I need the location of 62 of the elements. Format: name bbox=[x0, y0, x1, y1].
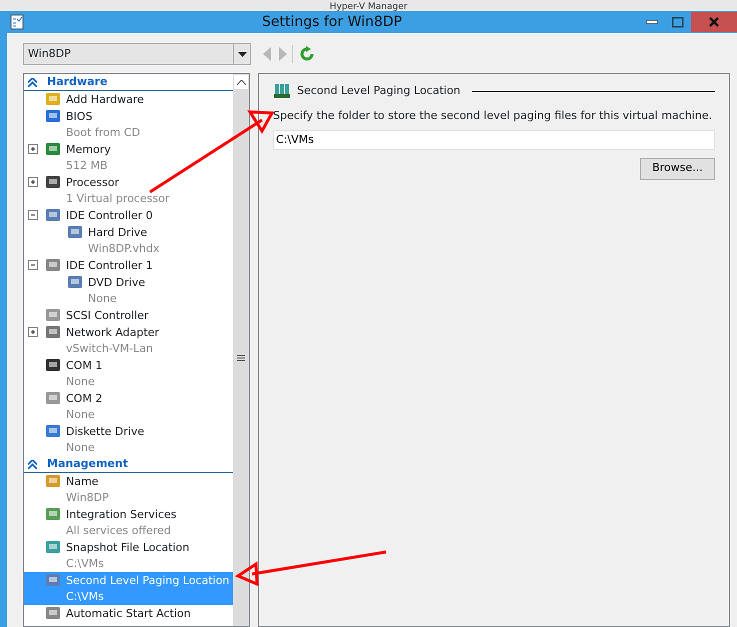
memory-icon bbox=[273, 83, 291, 99]
device-icon bbox=[44, 257, 62, 273]
tree-item[interactable]: Add Hardware bbox=[24, 91, 233, 108]
tree-item[interactable]: IDE Controller 0 bbox=[24, 207, 233, 224]
vm-dropdown[interactable]: Win8DP bbox=[23, 43, 251, 65]
device-icon bbox=[66, 274, 84, 290]
tree-item[interactable]: COM 2 None bbox=[24, 390, 233, 423]
close-button[interactable] bbox=[691, 12, 737, 32]
tree-item[interactable]: Diskette Drive None bbox=[24, 423, 233, 456]
caret-icon bbox=[238, 52, 246, 56]
device-icon bbox=[44, 357, 62, 373]
expand-icon[interactable] bbox=[28, 177, 39, 188]
tree-item[interactable]: Automatic Start Action bbox=[24, 605, 233, 622]
device-icon bbox=[44, 174, 62, 190]
tree-item[interactable]: COM 1 None bbox=[24, 357, 233, 390]
device-icon bbox=[44, 108, 62, 124]
tree-item[interactable]: Name Win8DP bbox=[24, 473, 233, 506]
collapse-icon[interactable] bbox=[28, 260, 39, 271]
tree-item[interactable]: Network Adapter vSwitch-VM-Lan bbox=[24, 324, 233, 357]
tree-item[interactable]: BIOS Boot from CD bbox=[24, 108, 233, 141]
tree-item[interactable]: Integration Services All services offered bbox=[24, 506, 233, 539]
section-header[interactable]: Management bbox=[24, 456, 233, 473]
tree-item[interactable]: Hard Drive Win8DP.vhdx bbox=[24, 224, 233, 257]
collapse-section-icon[interactable] bbox=[28, 460, 37, 468]
device-icon bbox=[44, 307, 62, 323]
device-icon bbox=[66, 224, 84, 240]
maximize-icon[interactable] bbox=[672, 16, 684, 28]
window-title: Settings for Win8DP bbox=[261, 12, 403, 32]
device-icon bbox=[44, 572, 62, 588]
minimize-icon[interactable] bbox=[646, 20, 658, 24]
expand-icon[interactable] bbox=[28, 327, 39, 338]
close-icon[interactable] bbox=[709, 17, 719, 27]
background-window-title: Hyper-V Manager bbox=[330, 2, 408, 11]
collapse-section-icon[interactable] bbox=[28, 78, 37, 86]
tree-item[interactable]: Processor 1 Virtual processor bbox=[24, 174, 233, 207]
collapse-icon[interactable] bbox=[28, 210, 39, 221]
device-icon bbox=[44, 605, 62, 621]
description-text: Specify the folder to store the second level paging files for this virtual machine. bbox=[273, 108, 714, 124]
device-icon bbox=[44, 141, 62, 157]
scroll-grip-icon[interactable] bbox=[237, 355, 245, 361]
device-icon bbox=[44, 423, 62, 439]
panel-title: Second Level Paging Location bbox=[297, 82, 460, 99]
tree-item[interactable]: IDE Controller 1 bbox=[24, 257, 233, 274]
tree-item[interactable]: Snapshot File Location C:\VMs bbox=[24, 539, 233, 572]
tree-item[interactable]: SCSI Controller bbox=[24, 307, 233, 324]
device-icon bbox=[44, 91, 62, 107]
device-icon bbox=[44, 539, 62, 555]
path-field[interactable]: C:\VMs bbox=[273, 130, 715, 150]
settings-window-icon bbox=[9, 14, 25, 30]
device-icon bbox=[44, 207, 62, 223]
scrollbar[interactable] bbox=[233, 74, 249, 626]
device-icon bbox=[44, 390, 62, 406]
device-icon bbox=[44, 324, 62, 340]
device-icon bbox=[44, 473, 62, 489]
refresh-button[interactable] bbox=[298, 46, 314, 62]
section-header[interactable]: Hardware bbox=[24, 74, 233, 91]
device-icon bbox=[44, 506, 62, 522]
scroll-up-icon[interactable] bbox=[236, 80, 246, 84]
tree-item[interactable]: DVD Drive None bbox=[24, 274, 233, 307]
browse-button[interactable]: Browse... bbox=[640, 158, 715, 180]
tree-item[interactable]: Memory 512 MB bbox=[24, 141, 233, 174]
expand-icon[interactable] bbox=[28, 144, 39, 155]
